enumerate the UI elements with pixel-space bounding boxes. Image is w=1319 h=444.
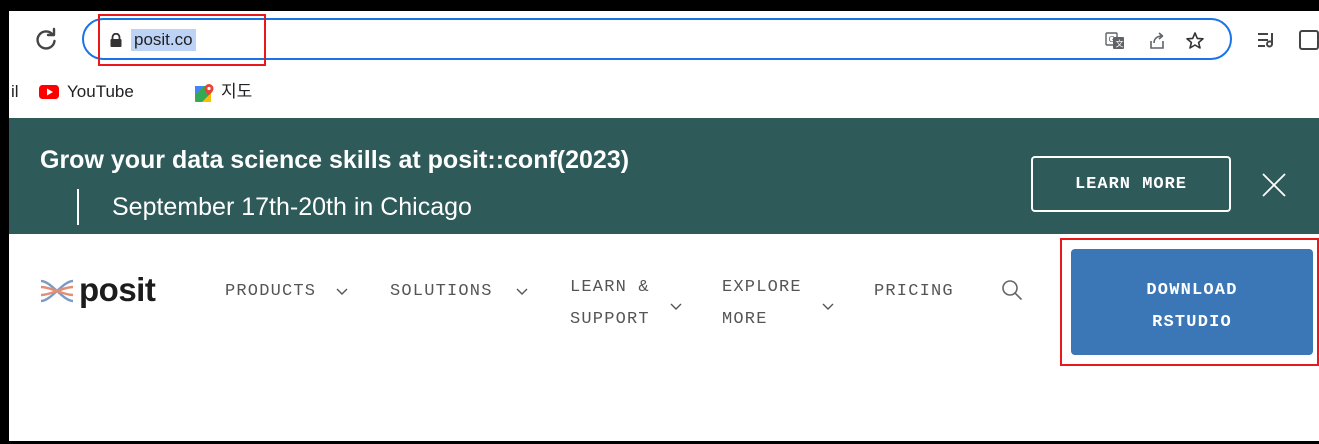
browser-window: posit.co G 文 il YouTube 지도 Grow your dat… <box>9 11 1319 441</box>
bookmark-label: 지도 <box>221 82 253 101</box>
translate-icon[interactable]: G 文 <box>1105 31 1125 51</box>
bookmark-gmail[interactable]: il <box>11 81 19 103</box>
reload-icon[interactable] <box>33 27 59 53</box>
close-icon[interactable] <box>1259 170 1289 200</box>
bookmarks-bar: il YouTube 지도 <box>9 69 1319 117</box>
nav-item-explore-more[interactable]: EXPLORE MORE <box>722 272 834 336</box>
banner-subtitle: September 17th-20th in Chicago <box>112 193 472 221</box>
reading-list-icon[interactable] <box>1256 29 1278 51</box>
site-navigation: posit PRODUCTS SOLUTIONS LEARN & SUPPORT… <box>9 234 1319 441</box>
svg-text:G: G <box>1109 35 1115 44</box>
bookmark-star-icon[interactable] <box>1185 31 1205 51</box>
google-maps-icon <box>195 84 214 102</box>
youtube-icon <box>39 85 59 99</box>
nav-item-label: LEARN & <box>570 278 650 297</box>
chevron-down-icon <box>670 303 682 310</box>
nav-item-label: PRODUCTS <box>225 282 317 301</box>
search-icon[interactable] <box>1001 279 1023 301</box>
posit-logo-icon <box>40 279 74 303</box>
nav-item-solutions[interactable]: SOLUTIONS <box>390 276 528 308</box>
side-panel-icon[interactable] <box>1298 29 1319 51</box>
nav-item-label-line2: MORE <box>722 310 768 329</box>
nav-item-label: EXPLORE <box>722 278 802 297</box>
logo-text: posit <box>79 271 156 308</box>
chevron-down-icon <box>516 288 528 295</box>
posit-logo[interactable]: posit <box>39 271 179 310</box>
nav-item-label: SOLUTIONS <box>390 282 493 301</box>
bookmark-label: YouTube <box>67 82 134 101</box>
banner-title: Grow your data science skills at posit::… <box>40 146 630 174</box>
promo-banner: Grow your data science skills at posit::… <box>9 118 1319 234</box>
url-highlight-box <box>98 14 266 66</box>
download-highlight-box <box>1060 238 1319 366</box>
banner-divider <box>77 189 79 225</box>
svg-text:文: 文 <box>1116 39 1124 49</box>
chevron-down-icon <box>336 288 348 295</box>
chevron-down-icon <box>822 303 834 310</box>
learn-more-button[interactable]: LEARN MORE <box>1031 156 1231 212</box>
nav-item-learn-support[interactable]: LEARN & SUPPORT <box>570 272 682 336</box>
nav-item-products[interactable]: PRODUCTS <box>225 276 348 308</box>
share-icon[interactable] <box>1147 31 1167 51</box>
nav-item-pricing[interactable]: PRICING <box>874 276 954 308</box>
nav-item-label-line2: SUPPORT <box>570 310 650 329</box>
browser-toolbar: posit.co G 文 <box>9 11 1319 69</box>
nav-item-label: PRICING <box>874 282 954 301</box>
bookmark-label: il <box>11 82 19 101</box>
